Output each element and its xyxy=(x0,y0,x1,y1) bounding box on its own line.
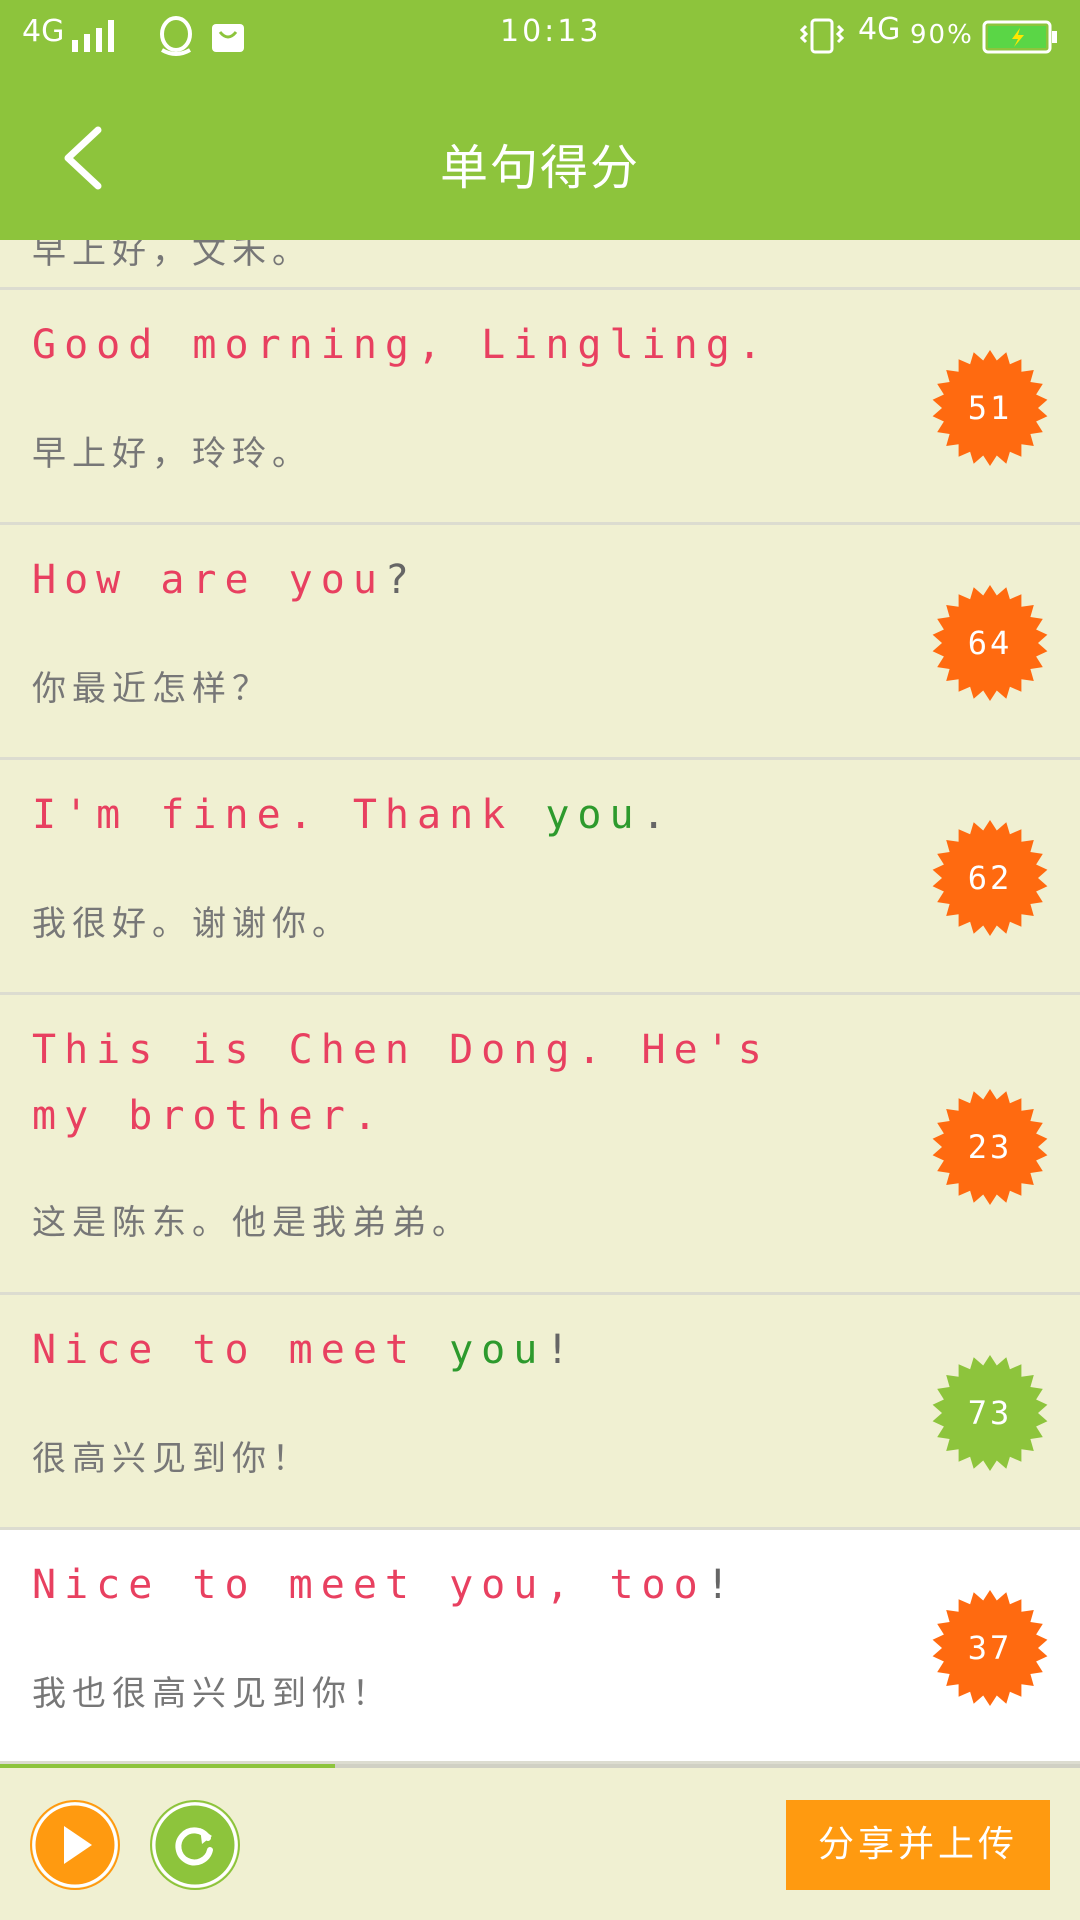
shopping-bag-icon xyxy=(212,24,244,52)
title-bar: 单句得分 xyxy=(0,74,1080,240)
sentence-row[interactable]: Nice to meet you! 很高兴见到你！ 73 xyxy=(0,1295,1080,1530)
sentence-english: Nice to meet you! xyxy=(32,1317,792,1383)
score-badge: 51 xyxy=(930,348,1050,468)
sentence-row[interactable]: This is Chen Dong. He's my brother. 这是陈东… xyxy=(0,995,1080,1295)
sentence-translation: 早上好，玲玲。 xyxy=(32,434,312,474)
network-type-left: 4G xyxy=(22,14,65,49)
sentence-word-segment: ? xyxy=(384,557,417,603)
score-badge: 73 xyxy=(930,1353,1050,1473)
play-button[interactable] xyxy=(30,1800,120,1890)
playback-progress-fill xyxy=(0,1764,335,1768)
bottom-bar: 分享并上传 xyxy=(0,1764,1080,1920)
score-badge: 37 xyxy=(930,1588,1050,1708)
sentence-word-segment: Nice to meet xyxy=(32,1327,450,1373)
sentence-word-segment: How are you xyxy=(32,557,385,603)
sentence-word-segment: . xyxy=(641,792,674,838)
battery-percent: 90% xyxy=(910,20,974,50)
sentence-english: Good morning, Lingling. xyxy=(32,312,792,378)
sentence-english: I'm fine. Thank you. xyxy=(32,782,792,848)
sentence-row[interactable]: I'm fine. Thank you. 我很好。谢谢你。 62 xyxy=(0,760,1080,995)
battery-icon xyxy=(982,20,1057,54)
sentence-word-segment: Nice to meet you, too xyxy=(32,1562,706,1608)
score-value: 37 xyxy=(967,1629,1013,1667)
refresh-icon xyxy=(150,1800,240,1890)
status-bar: 4G 10:13 4G 90% xyxy=(0,0,1080,74)
play-icon xyxy=(30,1800,120,1890)
sentence-translation: 很高兴见到你！ xyxy=(32,1439,312,1479)
sentence-word-segment: you xyxy=(449,1327,546,1373)
score-value: 51 xyxy=(967,389,1013,427)
score-value: 23 xyxy=(967,1128,1013,1166)
list-item-partial[interactable]: 早上好，文禾。 xyxy=(0,240,1080,290)
replay-button[interactable] xyxy=(150,1800,240,1890)
sentence-row[interactable]: How are you? 你最近怎样？ 64 xyxy=(0,525,1080,760)
sentence-english: This is Chen Dong. He's my brother. xyxy=(32,1017,792,1149)
sentence-word-segment: ! xyxy=(705,1562,738,1608)
clock: 10:13 xyxy=(500,14,602,49)
score-value: 73 xyxy=(967,1394,1013,1432)
score-badge: 62 xyxy=(930,818,1050,938)
score-badge: 23 xyxy=(930,1087,1050,1207)
playback-progress[interactable] xyxy=(0,1764,1080,1768)
sentence-word-segment: you xyxy=(545,792,642,838)
score-value: 62 xyxy=(967,859,1013,897)
sentence-word-segment: This is Chen Dong. He's my brother. xyxy=(32,1027,770,1139)
sentence-translation: 我很好。谢谢你。 xyxy=(32,904,352,944)
sentence-word-segment: I'm fine. Thank xyxy=(32,792,546,838)
sentence-word-segment: Good morning, Lingling. xyxy=(32,322,770,368)
vibrate-icon xyxy=(800,18,844,54)
network-type-right: 4G xyxy=(858,12,901,47)
sentence-english: How are you? xyxy=(32,547,792,613)
page-title: 单句得分 xyxy=(439,140,640,196)
sentence-list[interactable]: 早上好，文禾。 Good morning, Lingling. 早上好，玲玲。 … xyxy=(0,240,1080,1764)
qq-icon xyxy=(160,16,192,56)
sentence-english: Nice to meet you, too! xyxy=(32,1552,792,1618)
sentence-row[interactable]: Good morning, Lingling. 早上好，玲玲。 51 xyxy=(0,290,1080,525)
sentence-translation: 这是陈东。他是我弟弟。 xyxy=(32,1203,472,1243)
share-upload-button[interactable]: 分享并上传 xyxy=(786,1800,1050,1890)
sentence-row-selected[interactable]: Nice to meet you, too! 我也很高兴见到你！ 37 xyxy=(0,1530,1080,1764)
sentence-translation: 早上好，文禾。 xyxy=(32,240,312,272)
sentence-translation: 我也很高兴见到你！ xyxy=(32,1674,392,1714)
signal-icon xyxy=(72,20,114,52)
score-value: 64 xyxy=(967,624,1013,662)
sentence-translation: 你最近怎样？ xyxy=(32,669,272,709)
sentence-word-segment: ! xyxy=(545,1327,578,1373)
score-badge: 64 xyxy=(930,583,1050,703)
